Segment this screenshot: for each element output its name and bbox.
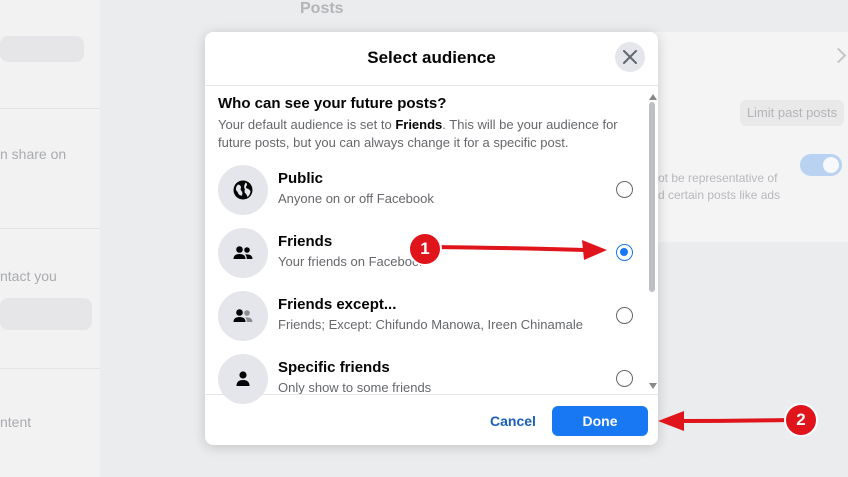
- option-label: Friends: [278, 233, 333, 250]
- option-description: Anyone on or off Facebook: [278, 191, 434, 206]
- radio-public[interactable]: [616, 181, 633, 198]
- scroll-up-arrow-icon[interactable]: [649, 94, 657, 100]
- background-divider: [0, 228, 100, 229]
- scroll-down-arrow-icon[interactable]: [649, 383, 657, 389]
- friends-icon: [218, 228, 268, 278]
- option-description: Friends; Except: Chifundo Manowa, Ireen …: [278, 317, 583, 332]
- background-representative-text: ot be representative of: [658, 171, 778, 185]
- background-contact-text: ntact you: [0, 268, 57, 284]
- radio-friends-except[interactable]: [616, 307, 633, 324]
- background-divider: [0, 368, 100, 369]
- background-sidebar: [0, 0, 100, 477]
- background-card: [640, 32, 848, 242]
- background-sidebar-pill: [0, 298, 92, 330]
- globe-icon: [218, 165, 268, 215]
- friends-except-icon: [218, 291, 268, 341]
- option-label: Friends except...: [278, 296, 397, 313]
- annotation-badge-1: 1: [408, 232, 442, 266]
- option-description: Your friends on Facebook: [278, 254, 426, 269]
- background-sidebar-pill: [0, 36, 84, 62]
- background-representative-text: d certain posts like ads: [658, 188, 781, 202]
- close-icon: [623, 50, 637, 64]
- cancel-button[interactable]: Cancel: [485, 406, 541, 436]
- background-toggle: [800, 154, 842, 176]
- radio-specific-friends[interactable]: [616, 370, 633, 387]
- limit-past-posts-button: Limit past posts: [740, 100, 844, 126]
- radio-friends[interactable]: [616, 244, 633, 261]
- audience-option-public[interactable]: Public Anyone on or off Facebook: [218, 162, 633, 218]
- dialog-footer: Cancel Done: [205, 394, 658, 445]
- background-share-text: n share on: [0, 146, 67, 162]
- option-label: Specific friends: [278, 359, 390, 376]
- section-heading: Who can see your future posts?: [218, 95, 447, 112]
- background-divider: [0, 108, 100, 109]
- scrollbar-thumb[interactable]: [649, 102, 655, 292]
- option-label: Public: [278, 170, 324, 187]
- scrollbar[interactable]: [648, 90, 657, 392]
- audience-option-friends-except[interactable]: Friends except... Friends; Except: Chifu…: [218, 288, 633, 344]
- option-description: Only show to some friends: [278, 380, 432, 395]
- background-content-text: ntent: [0, 414, 32, 430]
- annotation-badge-2: 2: [784, 403, 818, 437]
- dialog-title: Select audience: [367, 48, 496, 67]
- done-button[interactable]: Done: [552, 406, 648, 436]
- background-posts-heading: Posts: [300, 0, 344, 17]
- section-description: Your default audience is set to Friends.…: [218, 117, 618, 150]
- close-button[interactable]: [615, 42, 645, 72]
- dialog-header: Select audience: [205, 32, 658, 86]
